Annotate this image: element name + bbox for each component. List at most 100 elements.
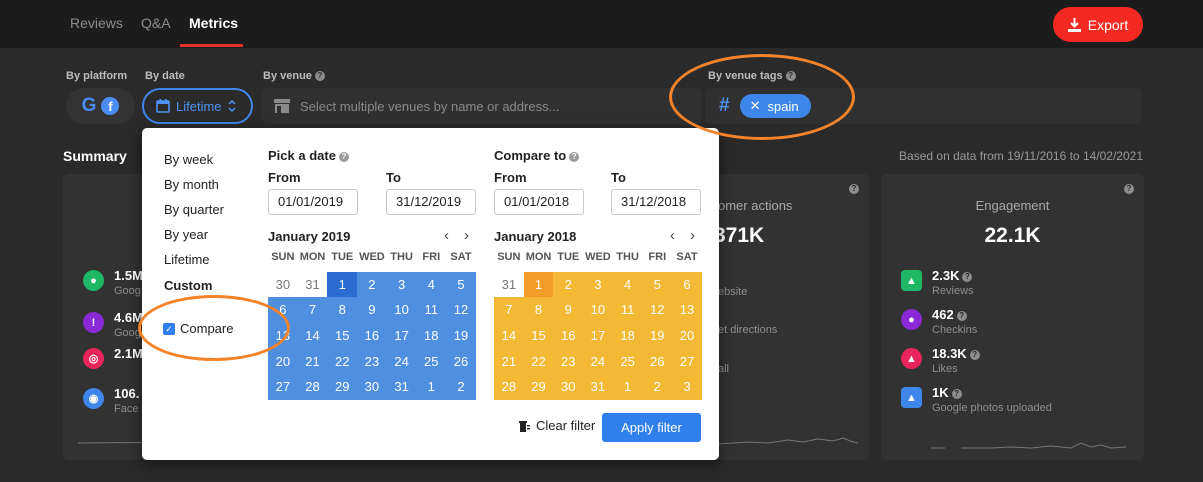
calendar-day[interactable]: 10 xyxy=(386,297,417,324)
help-icon[interactable]: ? xyxy=(951,389,962,399)
calendar-day[interactable]: 21 xyxy=(494,348,524,375)
calendar-day[interactable]: 1 xyxy=(523,271,554,298)
chevron-right-icon[interactable]: › xyxy=(464,227,469,244)
help-icon[interactable]: ? xyxy=(1124,184,1134,194)
calendar-day[interactable]: 24 xyxy=(386,348,417,375)
help-icon[interactable]: ? xyxy=(569,152,580,162)
calendar-day[interactable]: 22 xyxy=(327,348,358,375)
calendar-day[interactable]: 31 xyxy=(298,272,328,298)
calendar-day[interactable]: 23 xyxy=(357,348,387,375)
calendar-day[interactable]: 5 xyxy=(446,271,476,298)
calendar-day[interactable]: 27 xyxy=(268,374,298,401)
range-option-quarter[interactable]: By quarter xyxy=(164,202,224,217)
tab-reviews[interactable]: Reviews xyxy=(70,15,123,31)
calendar-day[interactable]: 3 xyxy=(583,271,613,298)
export-button[interactable]: Export xyxy=(1053,7,1143,42)
calendar-day[interactable]: 31 xyxy=(386,374,417,401)
calendar-day[interactable]: 14 xyxy=(494,323,524,349)
compare-from-input[interactable]: 01/01/2018 xyxy=(494,189,584,215)
calendar-day[interactable]: 2 xyxy=(553,271,584,298)
calendar-day[interactable]: 21 xyxy=(297,348,328,375)
calendar-day[interactable]: 15 xyxy=(327,323,358,349)
calendar-day[interactable]: 4 xyxy=(612,271,643,298)
chevron-right-icon[interactable]: › xyxy=(690,227,695,244)
apply-filter-button[interactable]: Apply filter xyxy=(602,413,701,442)
range-option-month[interactable]: By month xyxy=(164,177,219,192)
help-icon[interactable]: ? xyxy=(962,272,973,282)
tab-metrics[interactable]: Metrics xyxy=(189,15,238,31)
clear-filter-button[interactable]: Clear filter xyxy=(518,418,595,433)
calendar-day[interactable]: 31 xyxy=(583,374,613,401)
calendar-day[interactable]: 14 xyxy=(297,323,328,349)
chevron-left-icon[interactable]: ‹ xyxy=(670,227,675,244)
help-icon[interactable]: ? xyxy=(956,311,967,321)
calendar-day[interactable]: 27 xyxy=(672,348,702,375)
calendar-day[interactable]: 25 xyxy=(612,348,643,375)
calendar-day[interactable]: 16 xyxy=(553,323,584,349)
help-icon[interactable]: ? xyxy=(969,350,980,360)
date-select[interactable]: Lifetime xyxy=(142,88,253,124)
calendar-day[interactable]: 7 xyxy=(494,297,524,324)
platform-selector[interactable]: G f xyxy=(66,88,135,124)
calendar-day[interactable]: 2 xyxy=(446,374,476,401)
range-option-week[interactable]: By week xyxy=(164,152,213,167)
calendar-day[interactable]: 11 xyxy=(416,297,447,324)
calendar-day[interactable]: 8 xyxy=(523,297,554,324)
calendar-day[interactable]: 9 xyxy=(357,297,387,324)
calendar-day[interactable]: 30 xyxy=(268,272,298,298)
calendar-day[interactable]: 7 xyxy=(297,297,328,324)
pick-to-input[interactable]: 31/12/2019 xyxy=(386,189,476,215)
range-option-custom[interactable]: Custom xyxy=(164,278,212,293)
calendar-day[interactable]: 28 xyxy=(494,374,524,401)
calendar-day[interactable]: 26 xyxy=(446,348,476,375)
calendar-day[interactable]: 28 xyxy=(297,374,328,401)
calendar-day[interactable]: 13 xyxy=(672,297,702,324)
tab-qa[interactable]: Q&A xyxy=(141,15,171,31)
venue-search-input[interactable]: Select multiple venues by name or addres… xyxy=(262,88,702,124)
calendar-day[interactable]: 15 xyxy=(523,323,554,349)
calendar-day[interactable]: 8 xyxy=(327,297,358,324)
calendar-day[interactable]: 17 xyxy=(386,323,417,349)
calendar-day[interactable]: 5 xyxy=(642,271,673,298)
help-icon[interactable]: ? xyxy=(314,71,325,81)
pick-from-input[interactable]: 01/01/2019 xyxy=(268,189,358,215)
help-icon[interactable]: ? xyxy=(849,184,859,194)
calendar-day[interactable]: 17 xyxy=(583,323,613,349)
calendar-day[interactable]: 31 xyxy=(494,272,524,298)
calendar-day[interactable]: 3 xyxy=(386,271,417,298)
calendar-day[interactable]: 23 xyxy=(553,348,584,375)
calendar-day[interactable]: 22 xyxy=(523,348,554,375)
google-icon[interactable]: G xyxy=(82,95,97,117)
chevron-left-icon[interactable]: ‹ xyxy=(444,227,449,244)
calendar-day[interactable]: 10 xyxy=(583,297,613,324)
calendar-day[interactable]: 20 xyxy=(268,348,298,375)
calendar-day[interactable]: 12 xyxy=(446,297,476,324)
calendar-day[interactable]: 3 xyxy=(672,374,702,401)
calendar-day[interactable]: 11 xyxy=(612,297,643,324)
calendar-day[interactable]: 2 xyxy=(357,271,387,298)
calendar-day[interactable]: 6 xyxy=(672,271,702,298)
calendar-day[interactable]: 29 xyxy=(327,374,358,401)
calendar-day[interactable]: 30 xyxy=(357,374,387,401)
facebook-icon[interactable]: f xyxy=(101,97,120,115)
calendar-day[interactable]: 12 xyxy=(642,297,673,324)
calendar-day[interactable]: 2 xyxy=(642,374,673,401)
calendar-day[interactable]: 9 xyxy=(553,297,584,324)
calendar-day[interactable]: 4 xyxy=(416,271,447,298)
calendar-day[interactable]: 20 xyxy=(672,323,702,349)
calendar-day[interactable]: 18 xyxy=(416,323,447,349)
calendar-day[interactable]: 1 xyxy=(327,271,358,298)
calendar-day[interactable]: 1 xyxy=(416,374,447,401)
help-icon[interactable]: ? xyxy=(338,152,349,162)
calendar-day[interactable]: 29 xyxy=(523,374,554,401)
calendar-day[interactable]: 16 xyxy=(357,323,387,349)
calendar-day[interactable]: 30 xyxy=(553,374,584,401)
calendar-day[interactable]: 1 xyxy=(612,374,643,401)
compare-to-input[interactable]: 31/12/2018 xyxy=(611,189,701,215)
calendar-day[interactable]: 19 xyxy=(446,323,476,349)
range-option-lifetime[interactable]: Lifetime xyxy=(164,252,210,267)
calendar-day[interactable]: 19 xyxy=(642,323,673,349)
calendar-day[interactable]: 18 xyxy=(612,323,643,349)
range-option-year[interactable]: By year xyxy=(164,227,208,242)
calendar-day[interactable]: 25 xyxy=(416,348,447,375)
